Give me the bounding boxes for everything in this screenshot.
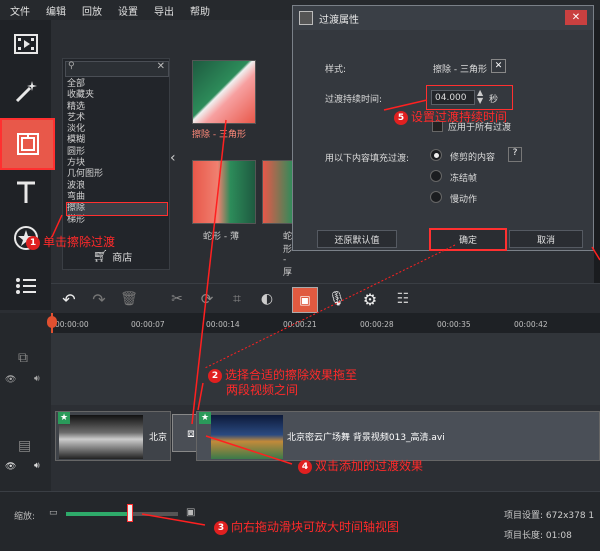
arrow-ok	[204, 244, 456, 369]
annotation-3: 3 向右拖动滑块可放大时间轴视图	[214, 518, 399, 535]
annotation-4: 4 双击添加的过渡效果	[298, 457, 423, 474]
arrow-3	[141, 513, 206, 526]
arrow-4	[205, 435, 293, 465]
arrow-dialog	[591, 246, 600, 261]
annotation-1: 1 单击擦除过渡	[26, 233, 115, 250]
arrow-2b	[197, 382, 204, 411]
annotation-5: 5 设置过渡持续时间	[394, 108, 507, 125]
annotation-2: 2 选择合适的擦除效果拖至 两段视频之间	[208, 368, 357, 398]
